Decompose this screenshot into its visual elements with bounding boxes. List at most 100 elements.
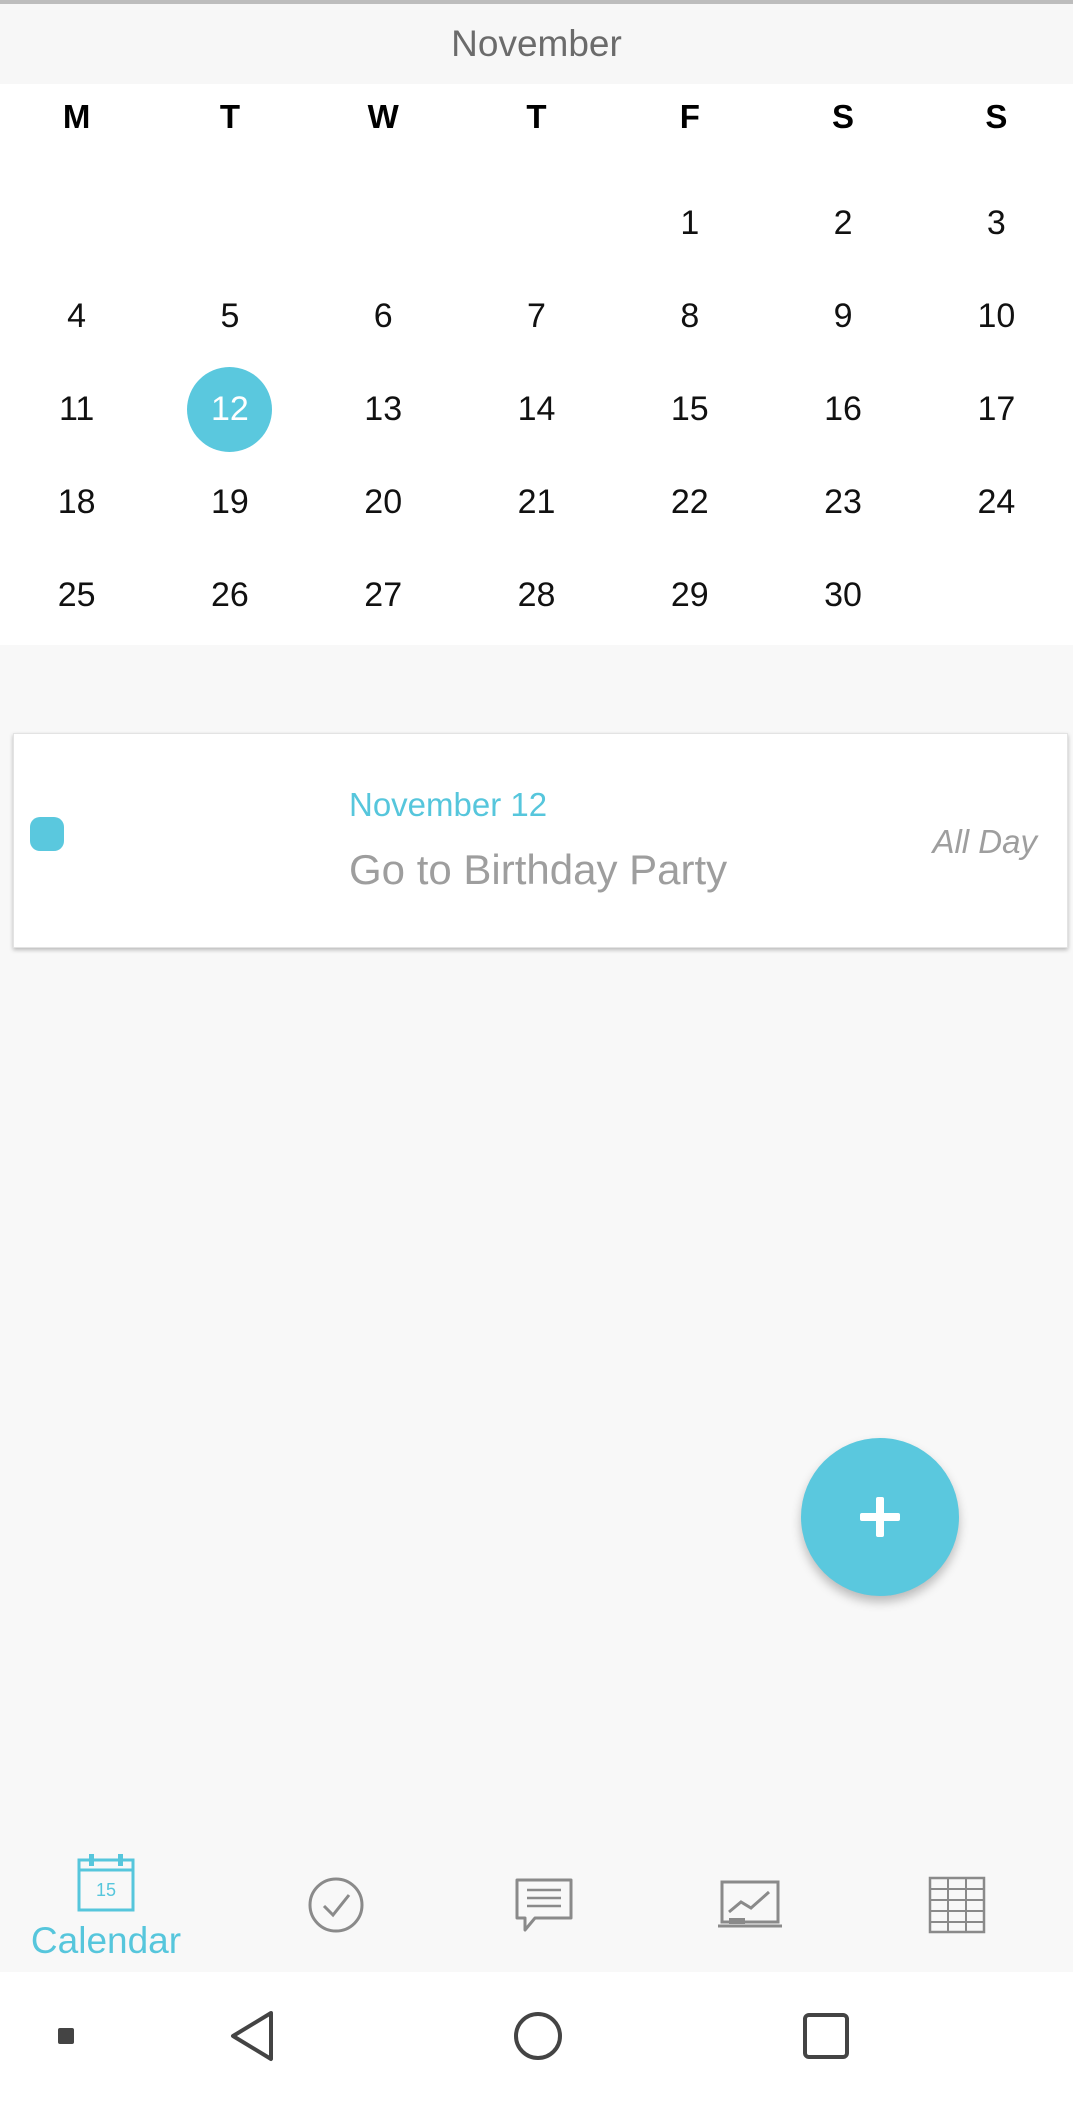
nav-stats[interactable]: [710, 1840, 790, 1972]
weekday-thu: T: [526, 98, 547, 135]
day-cell[interactable]: 1: [613, 177, 766, 270]
day-cell[interactable]: 22: [613, 456, 766, 549]
day-cell[interactable]: 21: [460, 456, 613, 549]
day-cell[interactable]: 9: [766, 270, 919, 363]
day-cell[interactable]: 14: [460, 363, 613, 456]
nav-calendar-label: Calendar: [30, 1920, 182, 1961]
month-calendar: M T W T F S S 1 2 3 4 5 6 7 8 9 10 11 12…: [0, 84, 1073, 645]
grid-table-icon: [928, 1876, 986, 1934]
day-cell[interactable]: 25: [0, 549, 153, 642]
add-event-button[interactable]: [801, 1438, 959, 1596]
day-cell[interactable]: 13: [307, 363, 460, 456]
day-cell: [153, 177, 306, 270]
month-label: November: [451, 23, 622, 64]
day-cell[interactable]: 6: [307, 270, 460, 363]
chat-bubble-icon: [515, 1878, 573, 1932]
day-cell[interactable]: 5: [153, 270, 306, 363]
chart-board-icon: [718, 1880, 782, 1928]
day-number: 26: [211, 576, 249, 614]
recents-button[interactable]: [796, 2006, 856, 2066]
day-number: 28: [517, 576, 556, 614]
day-number: 14: [517, 390, 556, 428]
day-cell[interactable]: 16: [766, 363, 919, 456]
day-number: 11: [58, 390, 95, 428]
day-number: 21: [517, 483, 556, 521]
system-navigation-bar: [0, 1972, 1073, 2101]
day-cell: [0, 177, 153, 270]
day-cell[interactable]: 7: [460, 270, 613, 363]
weekday-fri: F: [679, 98, 700, 135]
event-date: November 12: [349, 786, 548, 823]
day-number: 19: [211, 483, 249, 521]
day-cell[interactable]: 24: [920, 456, 1073, 549]
check-circle-icon: [308, 1877, 364, 1933]
day-number: 9: [833, 297, 853, 335]
weekday-tue: T: [219, 98, 240, 135]
nav-notes[interactable]: [504, 1840, 584, 1972]
back-button[interactable]: [222, 2006, 282, 2066]
day-number: 20: [364, 483, 403, 521]
recents-icon: [803, 2013, 849, 2059]
day-number: 29: [670, 576, 709, 614]
day-number: 25: [57, 576, 96, 614]
menu-dot-button[interactable]: [46, 2016, 86, 2056]
day-cell[interactable]: 11: [0, 363, 153, 456]
back-icon: [231, 2011, 273, 2061]
day-number: 1: [680, 204, 700, 242]
day-cell-selected[interactable]: 12: [153, 363, 306, 456]
event-time: All Day: [932, 823, 1037, 860]
day-number: 18: [57, 483, 96, 521]
event-color-dot: [30, 817, 64, 851]
day-cell[interactable]: 17: [920, 363, 1073, 456]
nav-tasks[interactable]: [296, 1840, 376, 1972]
day-cell[interactable]: 30: [766, 549, 919, 642]
home-button[interactable]: [508, 2006, 568, 2066]
day-cell[interactable]: 15: [613, 363, 766, 456]
day-number: 4: [67, 297, 87, 335]
home-icon: [514, 2012, 562, 2060]
day-cell[interactable]: 10: [920, 270, 1073, 363]
day-cell[interactable]: 19: [153, 456, 306, 549]
day-cell[interactable]: 3: [920, 177, 1073, 270]
day-cell[interactable]: 26: [153, 549, 306, 642]
month-title: November: [0, 4, 1073, 84]
day-number: 7: [527, 297, 546, 335]
day-cell: [307, 177, 460, 270]
day-number: 24: [977, 483, 1016, 521]
day-grid: 1 2 3 4 5 6 7 8 9 10 11 12 13 14 15 16 1…: [0, 177, 1073, 642]
day-cell[interactable]: 20: [307, 456, 460, 549]
day-number: 22: [670, 483, 709, 521]
event-card[interactable]: November 12 Go to Birthday Party All Day: [13, 733, 1068, 948]
day-number: 10: [977, 297, 1016, 335]
weekday-sun: S: [985, 98, 1008, 135]
nav-calendar[interactable]: 15 Calendar: [26, 1840, 186, 1972]
day-cell[interactable]: 27: [307, 549, 460, 642]
day-number: 23: [824, 483, 862, 521]
plus-icon: [860, 1497, 900, 1537]
day-cell[interactable]: 28: [460, 549, 613, 642]
day-cell[interactable]: 23: [766, 456, 919, 549]
day-number: 6: [373, 297, 393, 335]
nav-table[interactable]: [917, 1840, 997, 1972]
day-cell[interactable]: 4: [0, 270, 153, 363]
day-cell: [460, 177, 613, 270]
day-number: 30: [824, 576, 862, 614]
day-cell[interactable]: 18: [0, 456, 153, 549]
day-cell[interactable]: 2: [766, 177, 919, 270]
day-number: 13: [364, 390, 403, 428]
day-number: 27: [364, 576, 403, 614]
selected-day-marker: 12: [187, 367, 273, 452]
calendar-icon-number: 15: [96, 1880, 116, 1900]
day-number: 17: [977, 390, 1016, 428]
day-cell[interactable]: 8: [613, 270, 766, 363]
day-number: 15: [670, 390, 709, 428]
day-cell[interactable]: 29: [613, 549, 766, 642]
event-title: Go to Birthday Party: [349, 846, 728, 893]
day-number: 16: [824, 390, 862, 428]
weekday-mon: M: [62, 98, 91, 135]
day-number: 3: [986, 204, 1006, 242]
weekday-sat: S: [832, 98, 855, 135]
day-number: 5: [220, 297, 240, 335]
menu-dot-icon: [58, 2028, 74, 2044]
day-number: 2: [833, 204, 853, 242]
